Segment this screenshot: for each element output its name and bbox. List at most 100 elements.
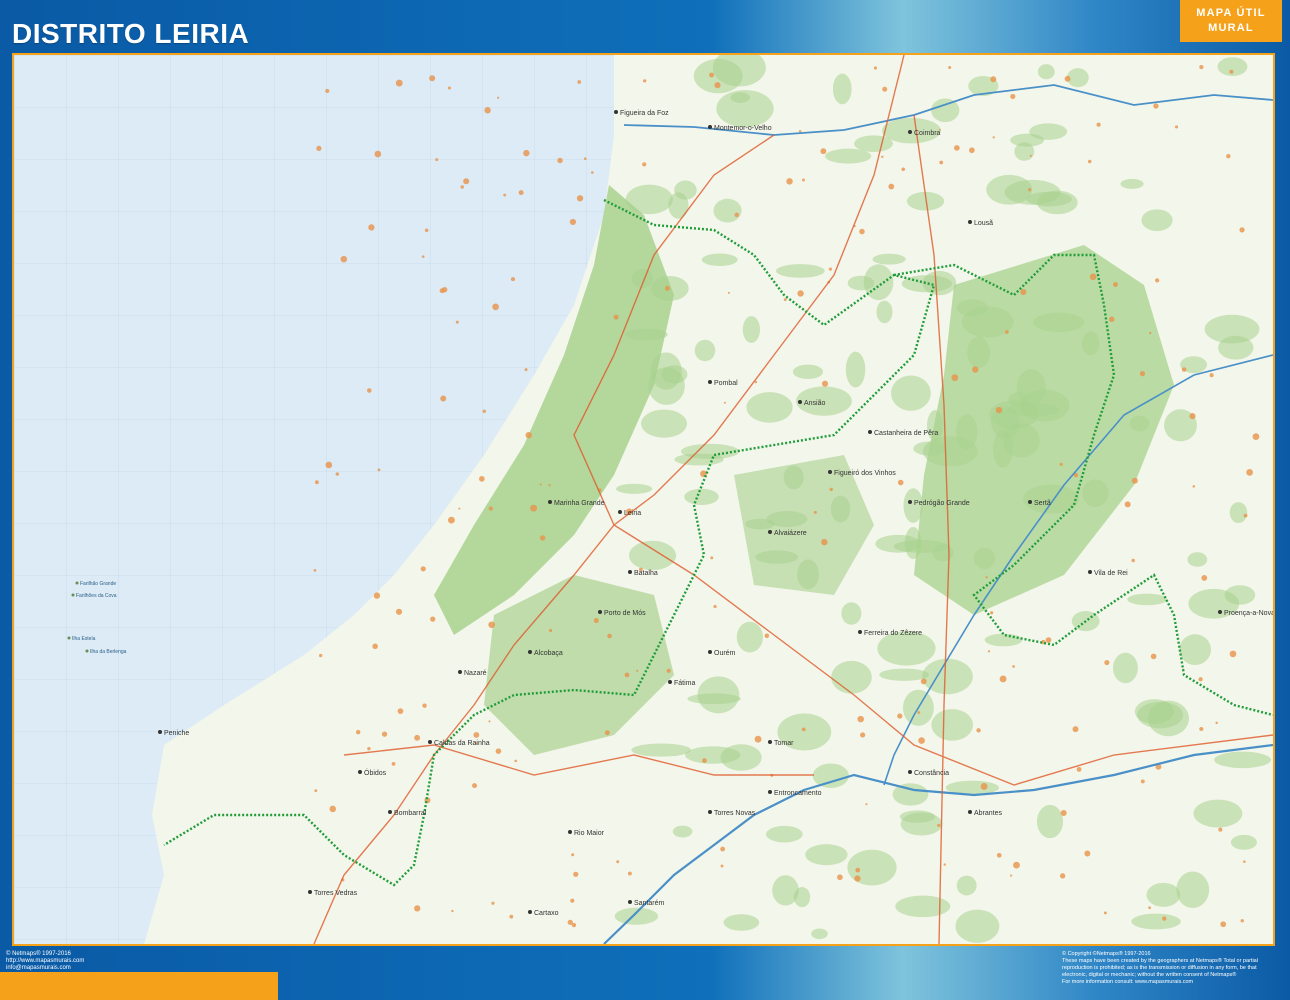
- place-dot: [708, 125, 712, 129]
- forest-patch: [672, 825, 693, 838]
- forest-patch: [1137, 701, 1184, 729]
- place-label[interactable]: Lousã: [974, 220, 993, 227]
- place-label[interactable]: Santarém: [634, 900, 665, 907]
- urban-spot: [1029, 154, 1032, 157]
- place-label[interactable]: Proença-a-Nova: [1224, 610, 1273, 617]
- place-label[interactable]: Pombal: [714, 380, 738, 387]
- place-label[interactable]: Tomar: [774, 740, 794, 747]
- urban-spot: [820, 148, 827, 155]
- urban-spot: [1229, 650, 1237, 658]
- urban-spot: [999, 675, 1007, 683]
- urban-spot: [373, 592, 381, 599]
- place-label[interactable]: Caldas da Rainha: [434, 740, 490, 747]
- place-label[interactable]: Alvaiázere: [774, 530, 807, 537]
- place-label[interactable]: Figueiró dos Vinhos: [834, 470, 896, 477]
- forest-patch: [684, 488, 719, 506]
- place-label[interactable]: Torres Novas: [714, 810, 756, 817]
- brand-badge[interactable]: MAPA ÚTIL MURAL: [1180, 0, 1282, 42]
- urban-spot: [821, 538, 828, 546]
- place-label[interactable]: Figueira da Foz: [620, 110, 669, 117]
- forest-patch: [730, 92, 751, 103]
- urban-spot: [548, 483, 551, 487]
- urban-spot: [1104, 659, 1110, 666]
- urban-spot: [460, 185, 464, 189]
- urban-spot: [381, 731, 388, 737]
- urban-spot: [514, 759, 518, 763]
- footer-right-line-1: © Copyright ©Netmaps® 1997-2016: [1062, 951, 1151, 957]
- place-label[interactable]: Castanheira de Pêra: [874, 430, 938, 437]
- urban-spot: [539, 535, 546, 541]
- place-dot: [1028, 500, 1032, 504]
- place-label[interactable]: Porto de Mós: [604, 610, 646, 617]
- urban-spot: [1020, 289, 1027, 296]
- place-label[interactable]: Fátima: [674, 680, 696, 687]
- place-label[interactable]: Constância: [914, 770, 949, 777]
- place-label[interactable]: Montemor-o-Velho: [714, 125, 772, 132]
- urban-spot: [1087, 159, 1092, 164]
- urban-spot: [1124, 501, 1131, 508]
- urban-spot: [557, 157, 563, 164]
- place-dot: [158, 730, 162, 734]
- urban-spot: [573, 871, 579, 877]
- place-label[interactable]: Marinha Grande: [554, 500, 605, 507]
- urban-spot: [576, 195, 584, 202]
- urban-spot: [488, 720, 491, 723]
- urban-spot: [837, 874, 843, 881]
- place-label[interactable]: Nazaré: [464, 670, 487, 677]
- urban-spot: [951, 374, 959, 382]
- urban-spot: [1004, 330, 1009, 334]
- place-label[interactable]: Batalha: [634, 570, 658, 577]
- urban-spot: [865, 803, 868, 806]
- place-label[interactable]: Ansião: [804, 400, 826, 407]
- place-label[interactable]: Vila de Rei: [1094, 570, 1128, 577]
- island-label: Ilha Estela: [72, 636, 96, 642]
- urban-spot: [492, 303, 499, 311]
- urban-spot: [990, 76, 997, 83]
- place-dot: [628, 570, 632, 574]
- urban-spot: [571, 853, 575, 857]
- forest-patch: [697, 676, 740, 714]
- forest-patch: [1037, 64, 1055, 80]
- urban-spot: [313, 569, 317, 572]
- footer-copyright: © Netmaps® 1997-2016: [6, 951, 71, 957]
- place-label[interactable]: Bombarral: [394, 810, 427, 817]
- place-label[interactable]: Entroncamento: [774, 790, 822, 797]
- urban-spot: [1010, 93, 1016, 100]
- place-label[interactable]: Alcobaça: [534, 650, 563, 657]
- place-label[interactable]: Sertã: [1034, 500, 1051, 507]
- urban-spot: [524, 368, 528, 372]
- place-label[interactable]: Ferreira do Zêzere: [864, 630, 922, 637]
- forest-patch: [792, 364, 824, 380]
- place-label[interactable]: Peniche: [164, 730, 189, 737]
- urban-spot: [1201, 575, 1208, 581]
- urban-spot: [860, 732, 866, 738]
- urban-spot: [340, 255, 348, 263]
- place-label[interactable]: Óbidos: [364, 768, 387, 777]
- place-label[interactable]: Coimbra: [914, 130, 941, 137]
- map-canvas[interactable]: Figueira da Foz Montemor-o-Velho Coimbra Lo…: [12, 53, 1275, 946]
- place-label[interactable]: Cartaxo: [534, 910, 559, 917]
- place-label[interactable]: Pedrógão Grande: [914, 500, 970, 507]
- island-dot: [71, 593, 75, 597]
- place-label[interactable]: Ourém: [714, 650, 736, 657]
- urban-spot: [897, 479, 904, 486]
- place-label[interactable]: Abrantes: [974, 810, 1003, 817]
- urban-spot: [447, 516, 455, 524]
- urban-spot: [463, 178, 470, 185]
- forest-patch: [872, 253, 906, 265]
- place-label[interactable]: Rio Maior: [574, 830, 605, 837]
- place-label[interactable]: Torres Vedras: [314, 890, 358, 897]
- footer-email-link[interactable]: info@mapasmurais.com: [6, 965, 84, 972]
- urban-spot: [801, 178, 805, 182]
- place-dot: [908, 130, 912, 134]
- footer-website-link[interactable]: http://www.mapasmurais.com: [6, 958, 84, 965]
- urban-spot: [1084, 850, 1091, 857]
- place-label[interactable]: Leiria: [624, 510, 641, 517]
- urban-spot: [319, 653, 323, 658]
- urban-spot: [314, 789, 318, 793]
- island-label: Farilhões da Cova: [76, 593, 117, 599]
- place-dot: [668, 680, 672, 684]
- place-dot: [968, 220, 972, 224]
- place-dot: [598, 610, 602, 614]
- footer-right-line-2: These maps have been created by the geog…: [1062, 958, 1258, 964]
